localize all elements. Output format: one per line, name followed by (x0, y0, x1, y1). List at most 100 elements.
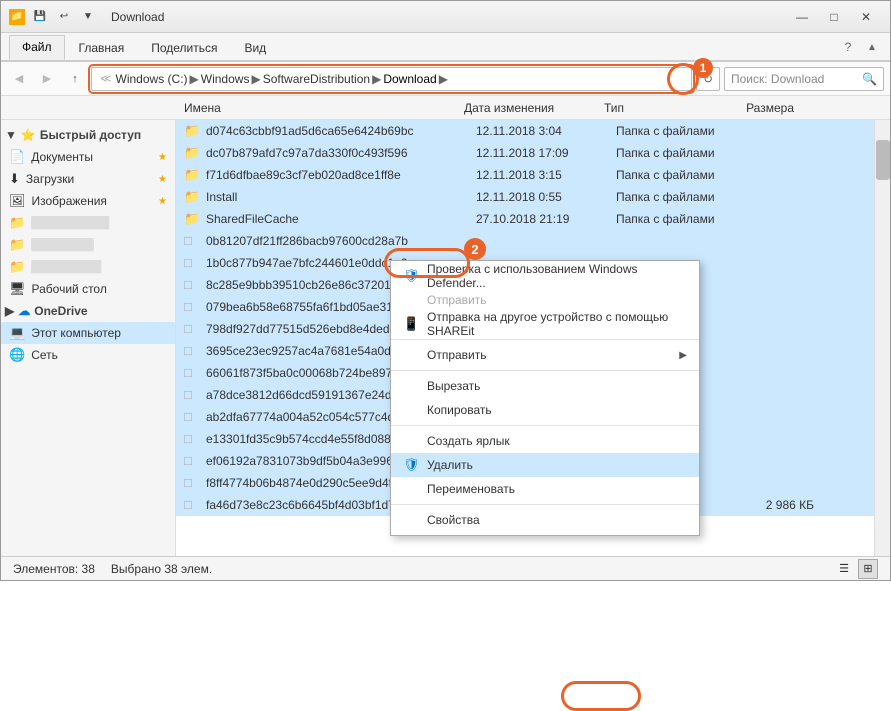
blurred-label-2: ████████ (31, 239, 93, 251)
window: 📁 💾 ↩ ▼ Download — □ ✕ Файл Главная Поде… (0, 0, 891, 581)
file-generic-icon: □ (184, 233, 202, 248)
file-generic-icon: □ (184, 431, 202, 446)
col-date[interactable]: Дата изменения (456, 101, 596, 115)
ctx-defender-label: Проверка с использованием Windows Defend… (427, 262, 687, 290)
ribbon: Файл Главная Поделиться Вид ? ▲ (1, 33, 890, 62)
ctx-delete[interactable]: 🛡 Удалить (391, 453, 699, 477)
search-label: Поиск: Download (731, 72, 824, 86)
title-folder-icon: 📁 (9, 9, 25, 25)
sidebar-item-blurred1[interactable]: 📁 ██████████ (1, 212, 175, 234)
maximize-button[interactable]: □ (818, 1, 850, 33)
minimize-button[interactable]: — (786, 1, 818, 33)
sidebar-item-blurred3[interactable]: 📁 █████████ (1, 256, 175, 278)
scrollbar[interactable] (874, 120, 890, 556)
ctx-shortcut-label: Создать ярлык (427, 434, 510, 448)
sidebar-quick-access-header[interactable]: ▼ ⭐ Быстрый доступ (1, 124, 175, 146)
file-size: 2 986 КБ (736, 498, 826, 512)
images-icon: 🖼 (9, 193, 26, 209)
sidebar-item-downloads[interactable]: ⬇ Загрузки ★ (1, 168, 175, 190)
ctx-cut-label: Вырезать (427, 379, 480, 393)
folder-icon: 📁 (184, 189, 202, 205)
folder-icon-2: 📁 (9, 237, 25, 253)
file-generic-icon: □ (184, 475, 202, 490)
path-drive[interactable]: Windows (C:) (116, 72, 188, 86)
ctx-defender[interactable]: 🛡 Проверка с использованием Windows Defe… (391, 264, 699, 288)
ctx-send1[interactable]: Отправить (391, 288, 699, 312)
ctx-shortcut[interactable]: Создать ярлык (391, 429, 699, 453)
list-view-btn[interactable]: ⊞ (858, 559, 878, 579)
ctx-copy[interactable]: Копировать (391, 398, 699, 422)
defender-icon: 🛡 (403, 268, 419, 284)
folder-icon-3: 📁 (9, 259, 25, 275)
file-name: 0b81207df21ff286bacb97600cd28a7b (206, 234, 476, 248)
details-view-btn[interactable]: ☰ (834, 559, 854, 579)
forward-button[interactable]: ▶ (35, 67, 59, 91)
ctx-send2[interactable]: Отправить ▶ (391, 343, 699, 367)
qat-undo-btn[interactable]: ↩ (53, 6, 75, 28)
table-row[interactable]: 📁 d074c63cbbf91ad5d6ca65e6424b69bc 12.11… (176, 120, 874, 142)
table-row[interactable]: 📁 dc07b879afd7c97a7da330f0c493f596 12.11… (176, 142, 874, 164)
close-button[interactable]: ✕ (850, 1, 882, 33)
col-size[interactable]: Размера (716, 101, 806, 115)
path-download[interactable]: Download (383, 72, 436, 86)
file-type: Папка с файлами (616, 190, 736, 204)
file-date: 12.11.2018 0:55 (476, 190, 616, 204)
file-name: SharedFileCache (206, 212, 476, 226)
addressbar-row: ◀ ▶ ↑ ≪ Windows (C:) ▶ Windows ▶ Softwar… (1, 62, 890, 96)
tab-home[interactable]: Главная (66, 36, 138, 60)
file-generic-icon: □ (184, 453, 202, 468)
tab-share[interactable]: Поделиться (138, 36, 230, 60)
sidebar-item-this-pc[interactable]: 💻 Этот компьютер (1, 322, 175, 344)
ctx-properties[interactable]: Свойства (391, 508, 699, 532)
this-pc-label: Этот компьютер (31, 326, 121, 340)
titlebar: 📁 💾 ↩ ▼ Download — □ ✕ (1, 1, 890, 33)
col-type[interactable]: Тип (596, 101, 716, 115)
scrollbar-thumb[interactable] (876, 140, 890, 180)
sidebar-item-documents[interactable]: 📄 Документы ★ (1, 146, 175, 168)
table-row[interactable]: □ 0b81207df21ff286bacb97600cd28a7b (176, 230, 874, 252)
quick-access-label: Быстрый доступ (40, 128, 141, 142)
onedrive-label: OneDrive (34, 304, 87, 318)
blurred-label-1: ██████████ (31, 217, 109, 229)
file-name: Install (206, 190, 476, 204)
file-type: Папка с файлами (616, 124, 736, 138)
ribbon-tabs: Файл Главная Поделиться Вид ? ▲ (1, 33, 890, 61)
path-windows[interactable]: Windows (201, 72, 250, 86)
star-pin-icon: ★ (158, 152, 167, 163)
up-button[interactable]: ↑ (63, 67, 87, 91)
ctx-sep4 (391, 504, 699, 505)
sidebar-onedrive-header[interactable]: ▶ ☁ OneDrive (1, 300, 175, 322)
ctx-rename[interactable]: Переименовать (391, 477, 699, 501)
sidebar-item-images[interactable]: 🖼 Изображения ★ (1, 190, 175, 212)
search-box[interactable]: Поиск: Download 🔍 (724, 67, 884, 91)
ribbon-collapse-button[interactable]: ▲ (862, 37, 882, 57)
sidebar-item-network[interactable]: 🌐 Сеть (1, 344, 175, 366)
file-generic-icon: □ (184, 387, 202, 402)
ctx-shareit[interactable]: 📱 Отправка на другое устройство с помощь… (391, 312, 699, 336)
quick-access-toolbar: 💾 ↩ ▼ (29, 6, 99, 28)
network-icon: 🌐 (9, 347, 25, 363)
file-date: 12.11.2018 3:04 (476, 124, 616, 138)
table-row[interactable]: 📁 Install 12.11.2018 0:55 Папка с файлам… (176, 186, 874, 208)
file-type: Папка с файлами (616, 168, 736, 182)
address-box[interactable]: ≪ Windows (C:) ▶ Windows ▶ SoftwareDistr… (91, 67, 692, 91)
folder-icon-1: 📁 (9, 215, 25, 231)
ctx-cut[interactable]: Вырезать (391, 374, 699, 398)
col-name[interactable]: Имена (176, 101, 456, 115)
ctx-properties-label: Свойства (427, 513, 480, 527)
qat-save-btn[interactable]: 💾 (29, 6, 51, 28)
sidebar-item-desktop[interactable]: 🖥 Рабочий стол (1, 278, 175, 300)
ctx-rename-label: Переименовать (427, 482, 515, 496)
path-softwaredist[interactable]: SoftwareDistribution (263, 72, 370, 86)
tab-file[interactable]: Файл (9, 35, 65, 60)
sidebar-item-blurred2[interactable]: 📁 ████████ (1, 234, 175, 256)
help-button[interactable]: ? (838, 37, 858, 57)
ctx-copy-label: Копировать (427, 403, 492, 417)
table-row[interactable]: 📁 f71d6dfbae89c3cf7eb020ad8ce1ff8e 12.11… (176, 164, 874, 186)
tab-view[interactable]: Вид (231, 36, 279, 60)
qat-menu-btn[interactable]: ▼ (77, 6, 99, 28)
onedrive-icon: ☁ (18, 304, 30, 318)
column-headers: Имена Дата изменения Тип Размера (1, 96, 890, 120)
table-row[interactable]: 📁 SharedFileCache 27.10.2018 21:19 Папка… (176, 208, 874, 230)
back-button[interactable]: ◀ (7, 67, 31, 91)
